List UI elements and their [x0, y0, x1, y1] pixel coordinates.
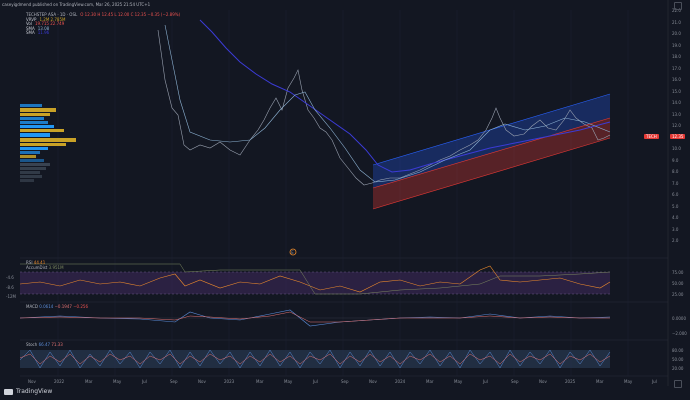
current-price-tag: 12.35: [670, 134, 686, 139]
time-tick: Nov: [369, 379, 377, 384]
time-tick: Nov: [28, 379, 36, 384]
macd-label-row: MACD 0.0614 −0.1947 −0.256: [26, 304, 88, 309]
stoch-label[interactable]: Stoch: [26, 342, 37, 347]
time-tick: Nov: [198, 379, 206, 384]
price-tick: 12.0: [672, 123, 681, 128]
expand-icon[interactable]: [674, 2, 682, 10]
legend: TECHSTEP ASA · 1D · OSL O 12.30 H 12.45 …: [26, 12, 181, 36]
time-tick: Nov: [539, 379, 547, 384]
rsi-right-tick: 25.00: [672, 292, 684, 297]
time-tick: 2024: [395, 379, 406, 384]
rsi-left-value: -4.6: [6, 275, 14, 280]
time-tick: 2022: [54, 379, 65, 384]
macd-right-tick: −2.000: [672, 331, 687, 336]
macd-label[interactable]: MACD: [26, 304, 38, 309]
macd-value3: −0.256: [73, 304, 89, 309]
time-axis[interactable]: Nov 2022 Mar May Jul Sep Nov 2023 Mar Ma…: [0, 379, 668, 385]
tradingview-logo-icon: [4, 388, 13, 395]
time-tick: Mar: [596, 379, 604, 384]
time-tick: Sep: [511, 379, 519, 384]
time-tick: Mar: [256, 379, 264, 384]
price-tick: 18.0: [672, 54, 681, 59]
time-tick: May: [284, 379, 293, 384]
price-tick: 20.0: [672, 31, 681, 36]
time-tick: Jul: [142, 379, 147, 384]
price-tick: 6.0: [672, 192, 679, 197]
price-tick: 7.0: [672, 180, 679, 186]
ohlc-values: O 12.30 H 12.45 L 12.00 C 12.35 −0.35 (−…: [80, 12, 181, 17]
time-tick: Jul: [313, 379, 318, 384]
accum-label[interactable]: AccumDist: [26, 265, 47, 270]
price-tick: 15.0: [672, 88, 681, 94]
rsi-left-value: -8.6: [6, 285, 14, 290]
price-tick: 3.0: [672, 226, 679, 232]
stoch-value1: 66.47: [38, 342, 51, 347]
tradingview-logo[interactable]: TradingView: [4, 388, 52, 395]
price-tick: 9.0: [672, 157, 679, 163]
stoch-right-tick: 80.00: [672, 348, 684, 353]
current-symbol-tag: TECH: [644, 134, 659, 139]
price-tick: 16.0: [672, 77, 681, 82]
time-tick: Mar: [426, 379, 434, 384]
macd-right-tick: 0.0000: [672, 316, 686, 321]
stoch-value2: 71.33: [51, 342, 63, 347]
rsi-right-tick: 50.00: [672, 281, 684, 286]
price-tick: 14.0: [672, 100, 681, 105]
time-tick: May: [454, 379, 463, 384]
time-tick: Jul: [483, 379, 488, 384]
price-tick: 10.0: [672, 146, 681, 151]
chart-canvas[interactable]: E: [0, 0, 690, 400]
sma2-value: 11.96: [37, 30, 50, 36]
price-tick: 4.0: [672, 215, 679, 220]
time-tick: Sep: [341, 379, 349, 384]
time-tick: Sep: [170, 379, 178, 384]
price-tick: 5.0: [672, 203, 679, 209]
publish-info: caseyigdmend published on TradingView.co…: [2, 2, 151, 7]
stoch-label-row: Stoch 66.47 71.33: [26, 342, 63, 347]
price-tick: 8.0: [672, 169, 679, 174]
price-tick: 21.0: [672, 19, 681, 25]
time-tick: May: [113, 379, 122, 384]
time-tick: 2023: [224, 379, 235, 384]
time-tick: Mar: [85, 379, 93, 384]
price-tick: 17.0: [672, 65, 681, 71]
settings-icon[interactable]: [674, 380, 682, 388]
time-tick: 2025: [565, 379, 576, 384]
price-tick: 19.0: [672, 42, 681, 48]
price-tick: 2.0: [672, 238, 679, 243]
stoch-right-tick: 20.00: [672, 366, 684, 371]
time-tick: May: [624, 379, 633, 384]
stoch-right-tick: 50.00: [672, 357, 684, 362]
macd-value2: −0.1947: [54, 304, 72, 309]
rsi-left-value: -12M: [6, 294, 16, 299]
rsi-right-tick: 75.00: [672, 270, 684, 275]
tradingview-brand-name: TradingView: [16, 388, 53, 395]
accum-value: 3.951M: [48, 265, 64, 270]
time-tick: Jul: [652, 379, 657, 384]
accum-label-row: AccumDist 3.951M: [26, 265, 64, 270]
sma2-label[interactable]: SMA: [26, 31, 35, 36]
price-tick: 13.0: [672, 111, 681, 117]
macd-value1: 0.0614: [39, 304, 54, 309]
